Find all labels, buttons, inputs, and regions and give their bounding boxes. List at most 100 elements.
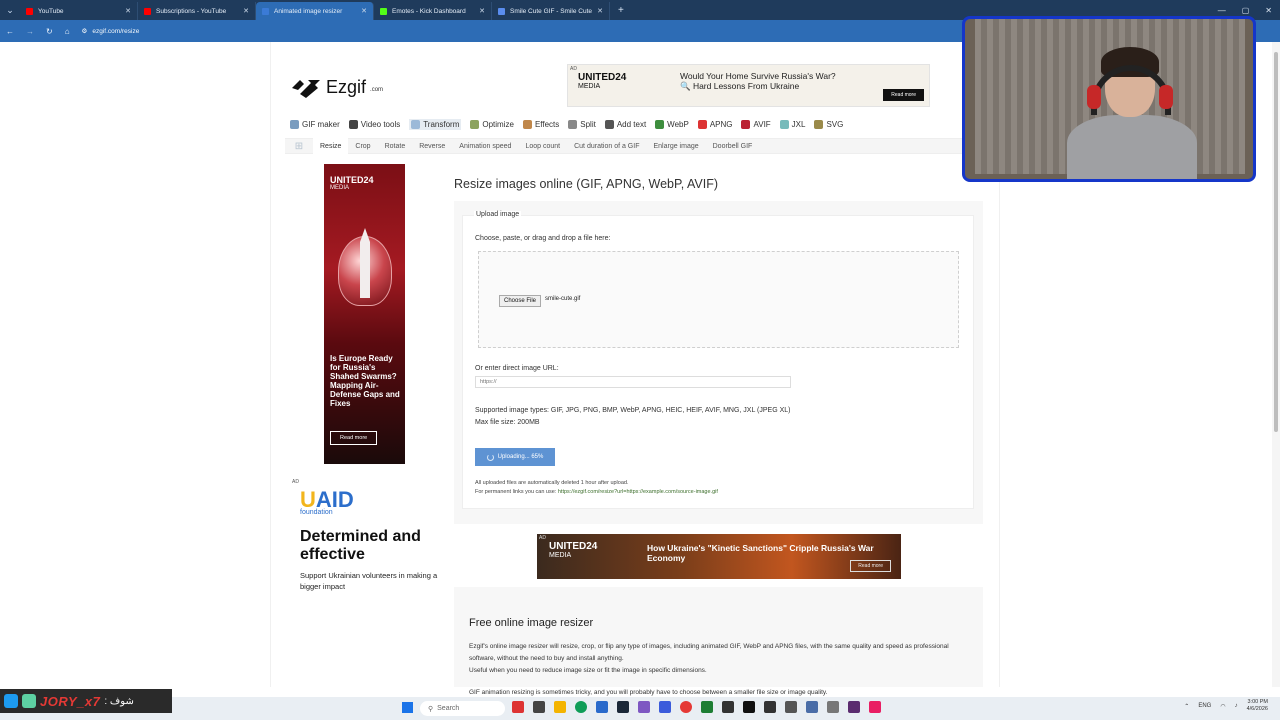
ezgif-logo[interactable]: Ezgif .com	[290, 76, 383, 98]
app-icon[interactable]	[764, 701, 776, 713]
menu-item-label: SVG	[826, 120, 844, 129]
submenu-item[interactable]: Crop	[348, 138, 377, 154]
top-ad-banner[interactable]: AD UNITED24 MEDIA Would Your Home Survive…	[567, 64, 930, 107]
menu-item[interactable]: WebP	[655, 119, 689, 130]
app-icon[interactable]	[659, 701, 671, 713]
tab-close-icon[interactable]: ✕	[597, 7, 603, 15]
app-icon[interactable]	[638, 701, 650, 713]
menu-item-label: Transform	[423, 120, 460, 129]
menu-item[interactable]: Transform	[409, 119, 462, 130]
browser-icon[interactable]	[575, 701, 587, 713]
tiktok-icon[interactable]	[869, 701, 881, 713]
logo-word: Ezgif	[326, 76, 367, 97]
steam-icon[interactable]	[617, 701, 629, 713]
ad-read-more-button[interactable]: Read more	[883, 89, 924, 101]
tab-title: Animated image resizer	[274, 7, 343, 15]
side-ad-read-more-button[interactable]: Read more	[330, 431, 378, 445]
url-text[interactable]: ezgif.com/resize	[92, 28, 139, 35]
tray-chevron-icon[interactable]: ⌃	[1184, 703, 1189, 710]
app-icon[interactable]	[512, 701, 524, 713]
menu-item[interactable]: SVG	[814, 119, 843, 130]
tab-menu-chevron-icon[interactable]: ⌄	[0, 0, 20, 20]
site-info-icon[interactable]: ⚙	[82, 27, 88, 35]
minimize-button[interactable]: —	[1218, 6, 1226, 15]
menu-item[interactable]: Split	[568, 119, 596, 130]
url-field[interactable]: ⚙ ezgif.com/resize	[82, 27, 140, 36]
tray-clock[interactable]: 3:00 PM 4/6/2026	[1247, 699, 1268, 713]
submenu-item[interactable]: Doorbell GIF	[706, 138, 760, 154]
app-icon[interactable]	[785, 701, 797, 713]
new-tab-button[interactable]: +	[618, 5, 624, 16]
browser-tab[interactable]: Emotes - Kick Dashboard ✕	[374, 2, 492, 20]
browser-tab[interactable]: Animated image resizer ✕	[256, 2, 374, 20]
menu-item-label: Video tools	[360, 120, 401, 129]
menu-item[interactable]: APNG	[697, 119, 732, 130]
submenu-item[interactable]: Enlarge image	[646, 138, 705, 154]
grid-icon[interactable]: ⊞	[285, 138, 313, 154]
menu-item[interactable]: Add text	[604, 119, 647, 130]
choose-file-button[interactable]: Choose File	[499, 295, 542, 307]
browser-tab[interactable]: Smile Cute GIF - Smile Cute Pe ✕	[492, 2, 610, 20]
taskbar-search-label: Search	[437, 705, 460, 712]
menu-item[interactable]: JXL	[779, 119, 805, 130]
upload-button-label: Uploading... 65%	[497, 454, 544, 460]
tab-close-icon[interactable]: ✕	[479, 7, 485, 15]
scrollbar-thumb[interactable]	[1274, 52, 1278, 432]
tab-close-icon[interactable]: ✕	[125, 7, 131, 15]
wifi-icon[interactable]: ◠	[1220, 703, 1225, 710]
supported-types-text: Supported image types: GIF, JPG, PNG, BM…	[475, 407, 791, 414]
page-scrollbar[interactable]	[1272, 42, 1280, 687]
menu-item[interactable]: Effects	[522, 119, 559, 130]
side-ad-brand: UNITED24 MEDIA	[330, 175, 374, 192]
folder-icon[interactable]	[554, 701, 566, 713]
submenu-item[interactable]: Loop count	[518, 138, 567, 154]
xbox-icon[interactable]	[701, 701, 713, 713]
back-icon[interactable]: ←	[6, 27, 14, 36]
submenu-item[interactable]: Reverse	[412, 138, 452, 154]
submenu-item[interactable]: Animation speed	[452, 138, 518, 154]
uaid-ad[interactable]: AD UAID foundation Determined and effect…	[292, 479, 450, 592]
streamer-name: JORY_x7	[40, 693, 101, 709]
mid-ad-read-more-button[interactable]: Read more	[850, 560, 891, 572]
menu-item-label: Add text	[616, 120, 647, 129]
tray-lang[interactable]: ENG	[1198, 703, 1211, 709]
menu-item[interactable]: GIF maker	[290, 119, 340, 130]
submenu-item[interactable]: Cut duration of a GIF	[567, 138, 646, 154]
tiktok-icon[interactable]	[743, 701, 755, 713]
tab-title: Subscriptions - YouTube	[156, 7, 227, 15]
permanent-link[interactable]: https://ezgif.com/resize?url=https://exa…	[558, 489, 718, 495]
app-icon[interactable]	[827, 701, 839, 713]
store-icon[interactable]	[596, 701, 608, 713]
close-window-button[interactable]: ✕	[1265, 6, 1272, 15]
side-ad-banner[interactable]: UNITED24 MEDIA Is Europe Ready for Russia…	[324, 164, 405, 464]
reload-icon[interactable]: ↻	[46, 27, 53, 36]
browser-tab[interactable]: Subscriptions - YouTube ✕	[138, 2, 256, 20]
maximize-button[interactable]: ▢	[1242, 6, 1250, 15]
volume-icon[interactable]: ♪	[1235, 703, 1238, 709]
tab-title: Emotes - Kick Dashboard	[392, 7, 466, 15]
taskbar-search[interactable]: ⚲ Search	[420, 701, 505, 716]
upload-button[interactable]: Uploading... 65%	[475, 448, 555, 466]
mid-ad-banner[interactable]: AD UNITED24 MEDIA How Ukraine's "Kinetic …	[537, 534, 901, 579]
main-menu: GIF maker Video tools Transform Optimize Eff…	[290, 119, 843, 130]
menu-item[interactable]: AVIF	[741, 119, 771, 130]
app-icon[interactable]	[806, 701, 818, 713]
windows-start-icon[interactable]	[402, 702, 413, 713]
tab-close-icon[interactable]: ✕	[361, 7, 367, 15]
menu-item[interactable]: Video tools	[348, 119, 401, 130]
tab-close-icon[interactable]: ✕	[243, 7, 249, 15]
forward-icon[interactable]: →	[26, 27, 34, 36]
app-icon[interactable]	[848, 701, 860, 713]
app-icon[interactable]	[722, 701, 734, 713]
home-icon[interactable]: ⌂	[65, 27, 70, 36]
app-icon[interactable]	[533, 701, 545, 713]
permanent-link-note: For permanent links you can use: https:/…	[475, 489, 718, 495]
menu-item[interactable]: Optimize	[470, 119, 514, 130]
menu-item-icon	[290, 120, 299, 129]
browser-tab[interactable]: YouTube ✕	[20, 2, 138, 20]
menu-item-icon	[697, 120, 707, 129]
image-url-input[interactable]	[475, 376, 791, 388]
submenu-item[interactable]: Resize	[313, 138, 349, 154]
chrome-icon[interactable]	[680, 701, 692, 713]
submenu-item[interactable]: Rotate	[378, 138, 413, 154]
